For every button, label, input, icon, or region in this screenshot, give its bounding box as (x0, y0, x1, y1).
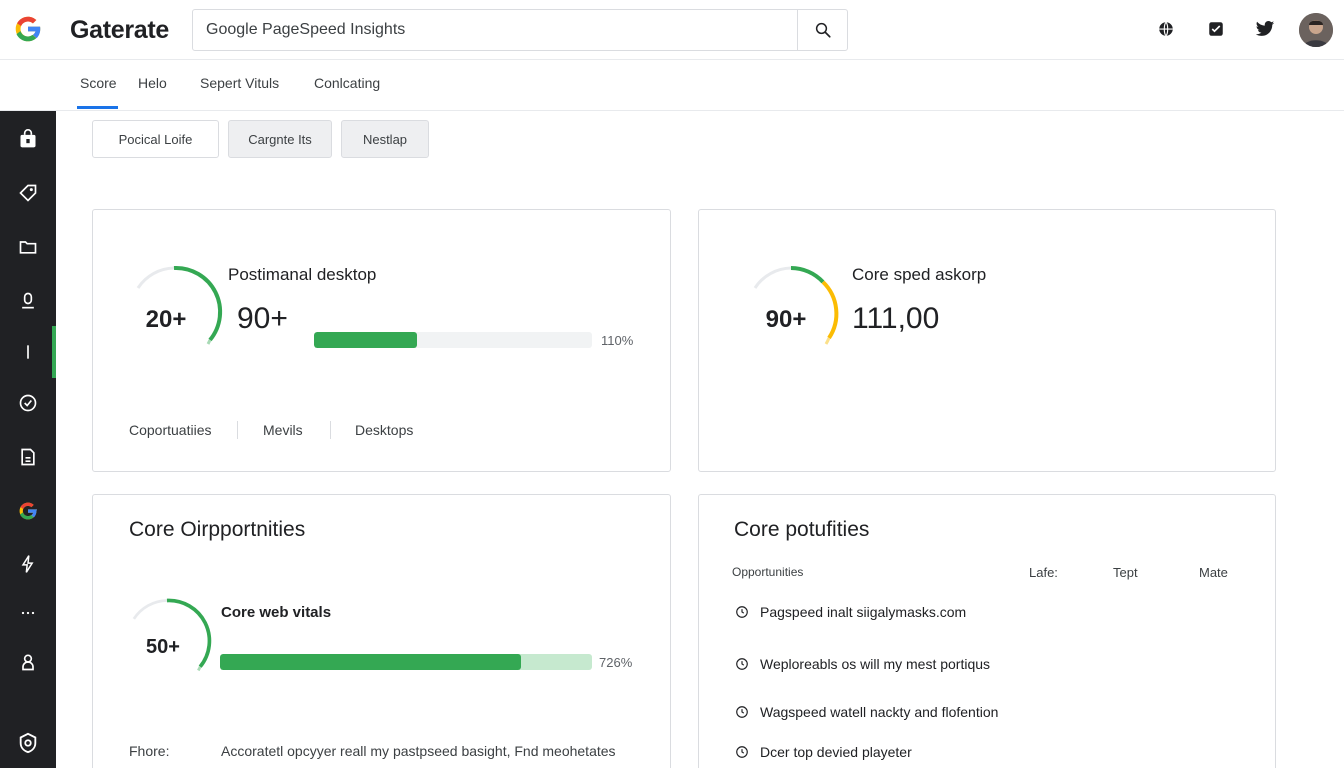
google-icon (19, 502, 37, 520)
divider (330, 421, 331, 439)
more-icon (21, 611, 35, 615)
sidebar-item-person[interactable] (0, 642, 56, 682)
gauge-value: 50+ (146, 636, 180, 658)
gauge-value: 90+ (765, 306, 807, 333)
card-tab-mevils[interactable]: Mevils (263, 422, 303, 438)
folder-icon (19, 241, 37, 254)
checkbox-button[interactable] (1205, 18, 1227, 40)
list-item-label: Weploreabls os will my mest portiqus (760, 656, 991, 672)
check-circle-icon (19, 394, 37, 412)
globe-icon (1159, 21, 1173, 37)
column-header-opportunities[interactable]: Opportunities (732, 565, 803, 579)
tab-score[interactable]: Score (77, 75, 118, 109)
shield-icon (19, 732, 37, 754)
list-item-label: Pagspeed inalt siigalymasks.com (760, 604, 967, 620)
divider (237, 421, 238, 439)
card-title: Postimanal desktop (228, 265, 377, 284)
section-title: Core Oirpportnities (129, 518, 306, 541)
clock-icon (734, 744, 750, 760)
search-icon (815, 22, 831, 38)
twitter-icon (1255, 21, 1275, 36)
list-item[interactable]: Weploreabls os will my mest portiqus (734, 653, 990, 675)
card-tab-coportuatiies[interactable]: Coportuatiies (129, 422, 212, 438)
card-title: Core sped askorp (852, 265, 987, 284)
card-core-oirpportnities: Core Oirpportnities 50+ Core web vitals … (92, 494, 671, 768)
document-icon (21, 448, 35, 466)
brand-title: Gaterate (70, 16, 170, 44)
card-postimanal-desktop: 20+ Postimanal desktop 90+ 110% Coportua… (92, 209, 671, 472)
tag-icon (19, 184, 37, 202)
clock-icon (734, 656, 750, 672)
list-item[interactable]: Wagspeed watell nackty and flofention (734, 701, 998, 723)
sidebar-item-bag[interactable] (0, 119, 56, 159)
user-photo-icon (1299, 13, 1333, 47)
score-value: 111,00 (852, 302, 940, 335)
progress-bar (220, 654, 592, 670)
search-input[interactable] (193, 10, 797, 50)
sidebar-item-check[interactable] (0, 383, 56, 423)
line-icon (27, 345, 29, 359)
google-logo-icon[interactable] (12, 13, 44, 45)
bag-icon (20, 129, 36, 148)
progress-fill (220, 654, 522, 670)
progress-bar (314, 332, 592, 348)
tab-bar: Score Helo Sepert Vituls Conlcating (0, 61, 1344, 111)
top-bar: Gaterate (0, 0, 1344, 60)
tab-helo[interactable]: Helo (138, 75, 167, 109)
checkbox-icon (1209, 22, 1223, 36)
bolt-icon (21, 555, 34, 573)
search-box (192, 9, 848, 51)
clock-icon (734, 604, 750, 620)
section-title: Core potufities (734, 518, 870, 541)
progress-fill (314, 332, 417, 348)
column-header-mate[interactable]: Mate (1199, 565, 1228, 580)
sidebar-item-document[interactable] (0, 437, 56, 477)
tab-sepert-vituls[interactable]: Sepert Vituls (200, 75, 279, 109)
list-item[interactable]: Pagspeed inalt siigalymasks.com (734, 601, 966, 623)
sidebar-item-more[interactable] (0, 593, 56, 633)
globe-button[interactable] (1155, 18, 1177, 40)
card-core-potufities: Core potufities (698, 494, 1276, 768)
score-value: 90+ (237, 302, 288, 335)
card-core-sped-askorp: 90+ Core sped askorp 111,00 (698, 209, 1276, 472)
sidebar-item-folder[interactable] (0, 227, 56, 267)
list-item-label: Wagspeed watell nackty and flofention (760, 704, 999, 720)
footer-text: Accoratetl opcyyer reall my pastpseed ba… (221, 743, 616, 759)
sidebar-item-shield[interactable] (0, 723, 56, 763)
column-header-tept[interactable]: Tept (1113, 565, 1138, 580)
sidebar-item-google[interactable] (0, 491, 56, 531)
progress-percent: 726% (599, 655, 633, 670)
sidebar-item-mic[interactable] (0, 281, 56, 321)
clock-icon (734, 704, 750, 720)
list-item[interactable]: Dcer top devied playeter (734, 741, 912, 763)
list-item-label: Dcer top devied playeter (760, 744, 912, 760)
card-tab-desktops[interactable]: Desktops (355, 422, 413, 438)
filter-pocical-loife[interactable]: Pocical Loife (92, 120, 219, 158)
sidebar (0, 111, 56, 768)
sub-title: Core web vitals (221, 604, 332, 621)
filter-cargnte-its[interactable]: Cargnte Its (228, 120, 332, 158)
sidebar-item-bolt[interactable] (0, 544, 56, 584)
tab-conlcating[interactable]: Conlcating (314, 75, 380, 109)
footer-label: Fhore: (129, 743, 170, 759)
person-icon (22, 654, 34, 671)
progress-percent: 110% (601, 333, 634, 348)
mic-icon (22, 292, 34, 309)
twitter-button[interactable] (1254, 18, 1276, 40)
avatar[interactable] (1299, 13, 1333, 47)
filter-nestlap[interactable]: Nestlap (341, 120, 429, 158)
column-header-lafe[interactable]: Lafe: (1029, 565, 1058, 580)
sidebar-item-tag[interactable] (0, 173, 56, 213)
search-button[interactable] (797, 10, 847, 50)
sidebar-item-line[interactable] (0, 332, 56, 372)
gauge-value: 20+ (145, 306, 187, 333)
